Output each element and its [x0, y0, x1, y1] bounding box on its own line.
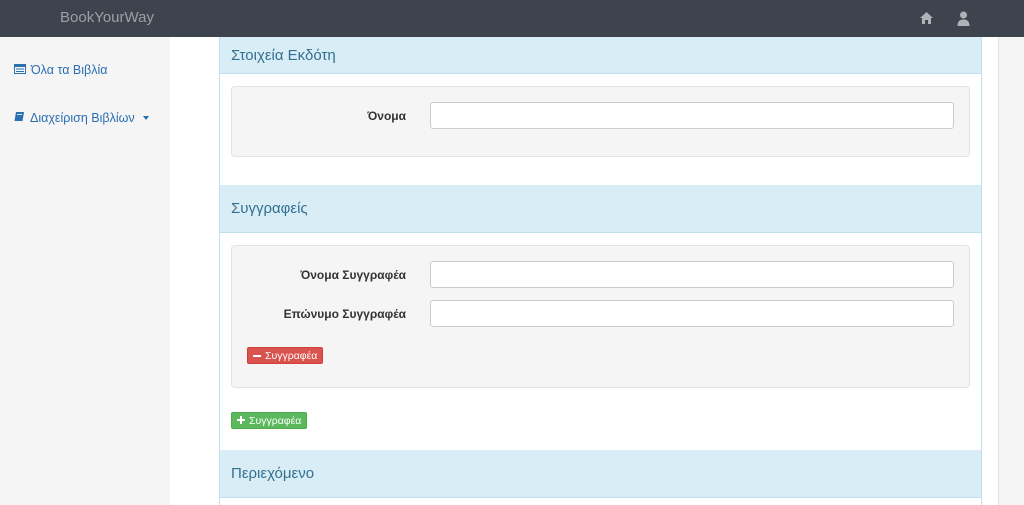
publisher-name-label: Όνομα: [367, 109, 406, 123]
publisher-name-input[interactable]: [430, 102, 954, 129]
chevron-down-icon: [142, 116, 149, 120]
book-icon: [14, 111, 25, 125]
panel-title: Συγγραφείς: [231, 200, 308, 217]
author-first-name-label: Όνομα Συγγραφέα: [300, 268, 406, 282]
brand-logo[interactable]: BookYourWay: [60, 9, 154, 26]
author-first-name-input[interactable]: [430, 261, 954, 288]
add-author-button[interactable]: Συγγραφέα: [231, 412, 308, 429]
add-author-label: Συγγραφέα: [249, 414, 302, 427]
top-navbar: BookYourWay: [0, 0, 1024, 37]
panel-heading: Συγγραφείς: [220, 185, 981, 233]
sidebar-item-manage-books[interactable]: Διαχείριση Βιβλίων: [14, 111, 149, 125]
content-panel: Περιεχόμενο: [219, 450, 982, 505]
panel-heading: Περιεχόμενο: [220, 450, 981, 498]
author-last-name-input[interactable]: [430, 300, 954, 327]
home-icon[interactable]: [918, 10, 934, 26]
panel-title: Στοιχεία Εκδότη: [231, 46, 336, 64]
panel-title: Περιεχόμενο: [231, 465, 315, 482]
sidebar-item-all-books[interactable]: Όλα τα Βιβλία: [14, 63, 107, 77]
panel-heading: Στοιχεία Εκδότη: [220, 37, 981, 74]
remove-author-label: Συγγραφέα: [265, 349, 318, 362]
minus-icon: [253, 354, 261, 357]
list-icon: [14, 63, 26, 77]
remove-author-button[interactable]: Συγγραφέα: [247, 347, 324, 364]
user-icon[interactable]: [955, 10, 971, 26]
sidebar: Όλα τα Βιβλία Διαχείριση Βιβλίων: [0, 37, 170, 505]
right-gutter: [998, 37, 1024, 505]
sidebar-item-label: Διαχείριση Βιβλίων: [30, 111, 135, 125]
plus-icon: [237, 415, 245, 427]
author-last-name-label: Επώνυμο Συγγραφέα: [283, 307, 406, 321]
sidebar-item-label: Όλα τα Βιβλία: [31, 63, 108, 77]
content-gutter: [170, 37, 204, 505]
